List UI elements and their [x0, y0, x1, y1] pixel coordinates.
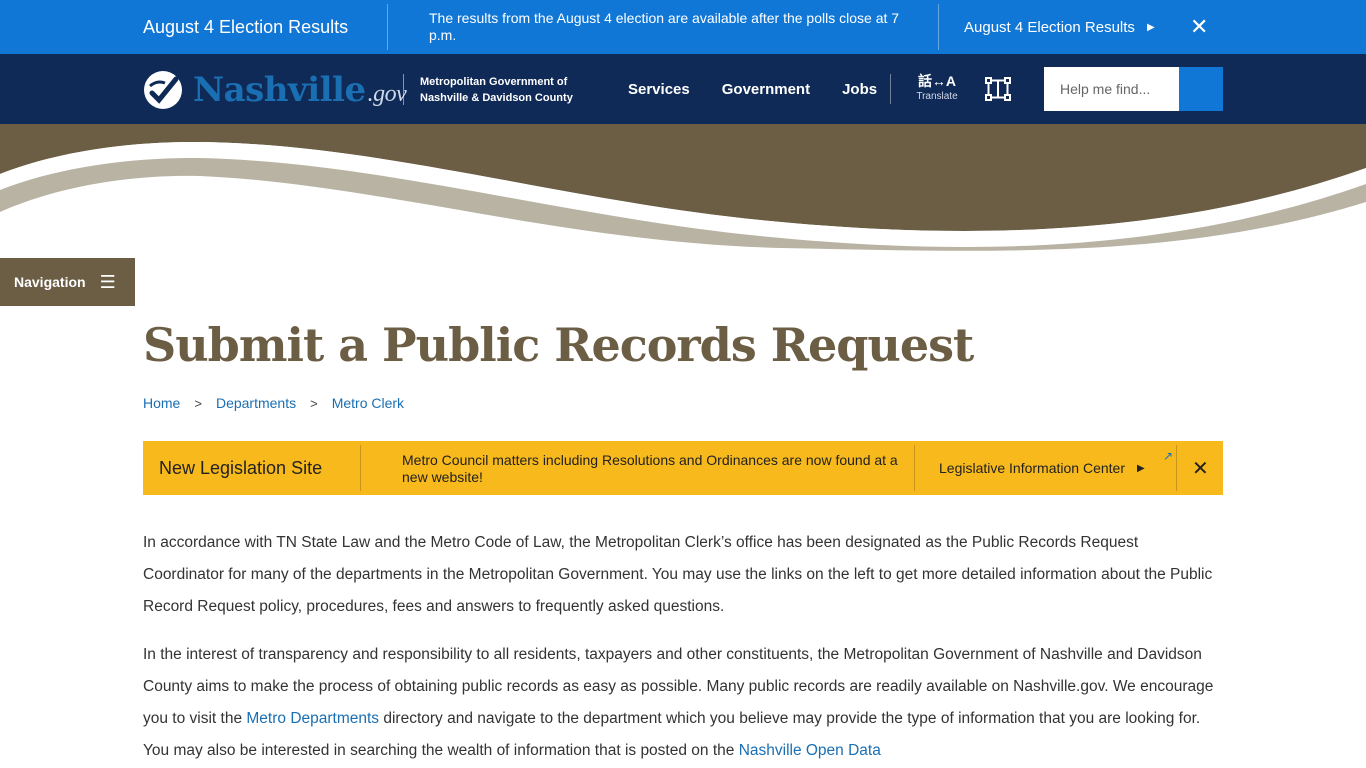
alert-results-link[interactable]: August 4 Election Results ▶ — [964, 0, 1155, 54]
search-input[interactable] — [1044, 67, 1179, 111]
chevron-right-icon: > — [194, 395, 202, 411]
external-link-icon: ↗ — [1163, 449, 1174, 463]
logo-divider — [403, 74, 404, 105]
breadcrumb-metro-clerk[interactable]: Metro Clerk — [332, 395, 404, 411]
legislative-info-center-link[interactable]: Legislative Information Center ▶ — [939, 441, 1145, 495]
nashville-logo-link[interactable]: Nashville.gov — [143, 70, 407, 110]
main-nav: Services Government Jobs — [628, 54, 909, 124]
legislation-alert: New Legislation Site Metro Council matte… — [143, 441, 1223, 495]
legislation-alert-message: Metro Council matters including Resoluti… — [402, 452, 898, 485]
election-alert-bar: August 4 Election Results The results fr… — [0, 0, 1366, 54]
nashville-open-data-link[interactable]: Nashville Open Data — [739, 742, 881, 759]
alert-link-label: August 4 Election Results — [964, 18, 1135, 36]
alert-divider — [387, 4, 388, 50]
sitemap-grid-icon[interactable] — [984, 76, 1012, 102]
content-paragraph: In accordance with TN State Law and the … — [143, 534, 1213, 615]
nav-services[interactable]: Services — [628, 81, 690, 98]
main-content: In accordance with TN State Law and the … — [143, 527, 1223, 768]
legislation-divider — [360, 445, 361, 491]
hamburger-menu-icon: ☰ — [99, 271, 116, 292]
legislative-link-label: Legislative Information Center — [939, 460, 1125, 476]
legislation-divider — [914, 445, 915, 491]
breadcrumb-departments[interactable]: Departments — [216, 395, 296, 411]
breadcrumb-home[interactable]: Home — [143, 395, 180, 411]
alert-message: The results from the August 4 election a… — [429, 10, 900, 43]
chevron-right-icon: > — [310, 395, 318, 411]
alert-close-icon[interactable]: ✕ — [1190, 0, 1208, 54]
decorative-wave — [0, 124, 1366, 251]
breadcrumb: Home > Departments > Metro Clerk — [143, 395, 404, 411]
play-arrow-icon: ▶ — [1146, 21, 1155, 33]
search-box — [1044, 67, 1223, 111]
nav-divider — [890, 74, 891, 104]
play-arrow-icon: ▶ — [1137, 462, 1145, 474]
sidebar-navigation-toggle[interactable]: Navigation ☰ — [0, 258, 135, 306]
content-paragraph: In the interest of transparency and resp… — [143, 646, 1214, 759]
legislation-alert-title: New Legislation Site — [159, 457, 323, 478]
metro-government-subtitle: Metropolitan Government of Nashville & D… — [420, 76, 573, 104]
page-title: Submit a Public Records Request — [143, 318, 974, 372]
site-header: Nashville.gov Metropolitan Government of… — [0, 54, 1366, 124]
translate-label: Translate — [916, 91, 958, 102]
alert-divider — [938, 4, 939, 50]
nashville-logo-icon — [144, 71, 182, 109]
metro-departments-link[interactable]: Metro Departments — [246, 710, 379, 727]
navigation-label: Navigation — [14, 274, 86, 290]
legislation-close-icon[interactable]: ✕ — [1192, 441, 1209, 495]
nav-government[interactable]: Government — [722, 81, 810, 98]
translate-icon: 話↔A — [917, 73, 957, 89]
logo-wordmark: Nashville.gov — [193, 70, 407, 110]
nav-jobs[interactable]: Jobs — [842, 81, 877, 98]
legislation-divider — [1176, 445, 1177, 491]
search-button[interactable] — [1179, 67, 1223, 111]
alert-title: August 4 Election Results — [143, 16, 349, 37]
translate-button[interactable]: 話↔A Translate — [914, 74, 960, 102]
